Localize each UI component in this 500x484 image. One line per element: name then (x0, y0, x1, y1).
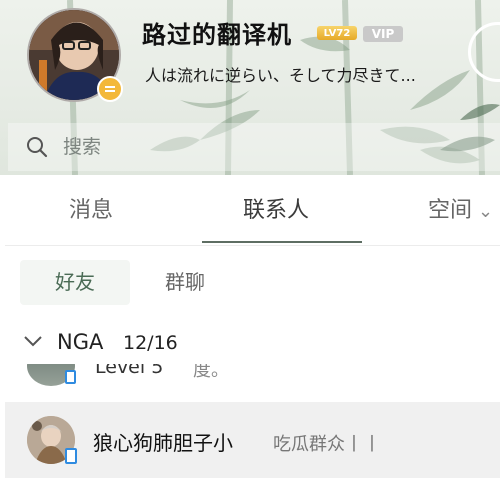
chevron-down-icon (24, 336, 42, 347)
main-tabs: 消息 联系人 空间 ⌄ (5, 175, 500, 246)
search-bar[interactable] (8, 123, 500, 171)
tab-space-label: 空间 (428, 198, 473, 223)
personal-signature[interactable]: 人は流れに逆らい、そして力尽きて... (145, 62, 416, 86)
nickname[interactable]: 路过的翻译机 (142, 15, 292, 50)
contact-name: Level 5 (95, 364, 164, 378)
active-tab-indicator (202, 241, 362, 243)
group-name: NGA (57, 330, 104, 354)
phone-online-icon (65, 370, 76, 384)
list-item[interactable]: Level 5 度。 (5, 364, 500, 394)
contact-signature: 吃瓜群众丨丨 (273, 434, 381, 455)
profile-header: 路过的翻译机 LV72 VIP 人は流れに逆らい、そして力尽きて... (0, 0, 500, 175)
vip-badge[interactable]: VIP (363, 26, 403, 42)
tab-contacts[interactable]: 联系人 (243, 175, 309, 245)
tab-space[interactable]: 空间 ⌄ (428, 175, 493, 245)
status-away-icon (97, 76, 123, 102)
search-icon (27, 137, 48, 158)
contact-signature: 度。 (193, 364, 229, 381)
list-bottom (5, 478, 500, 484)
subtab-groups[interactable]: 群聊 (165, 260, 205, 305)
list-item[interactable]: 狼心狗肺胆子小 吃瓜群众丨丨 (5, 402, 500, 478)
friend-group-header[interactable]: NGA 12/16 (5, 320, 500, 364)
group-online-count: 12/16 (123, 332, 178, 354)
list-gap (5, 394, 500, 402)
phone-online-icon (65, 448, 77, 464)
chevron-down-icon: ⌄ (478, 201, 494, 222)
contact-subtabs: 好友 群聊 (5, 246, 500, 314)
search-input[interactable] (63, 133, 443, 161)
level-badge[interactable]: LV72 (317, 26, 357, 40)
tab-messages[interactable]: 消息 (69, 175, 113, 245)
contact-name: 狼心狗肺胆子小 (93, 431, 233, 455)
subtab-friends[interactable]: 好友 (20, 260, 130, 305)
